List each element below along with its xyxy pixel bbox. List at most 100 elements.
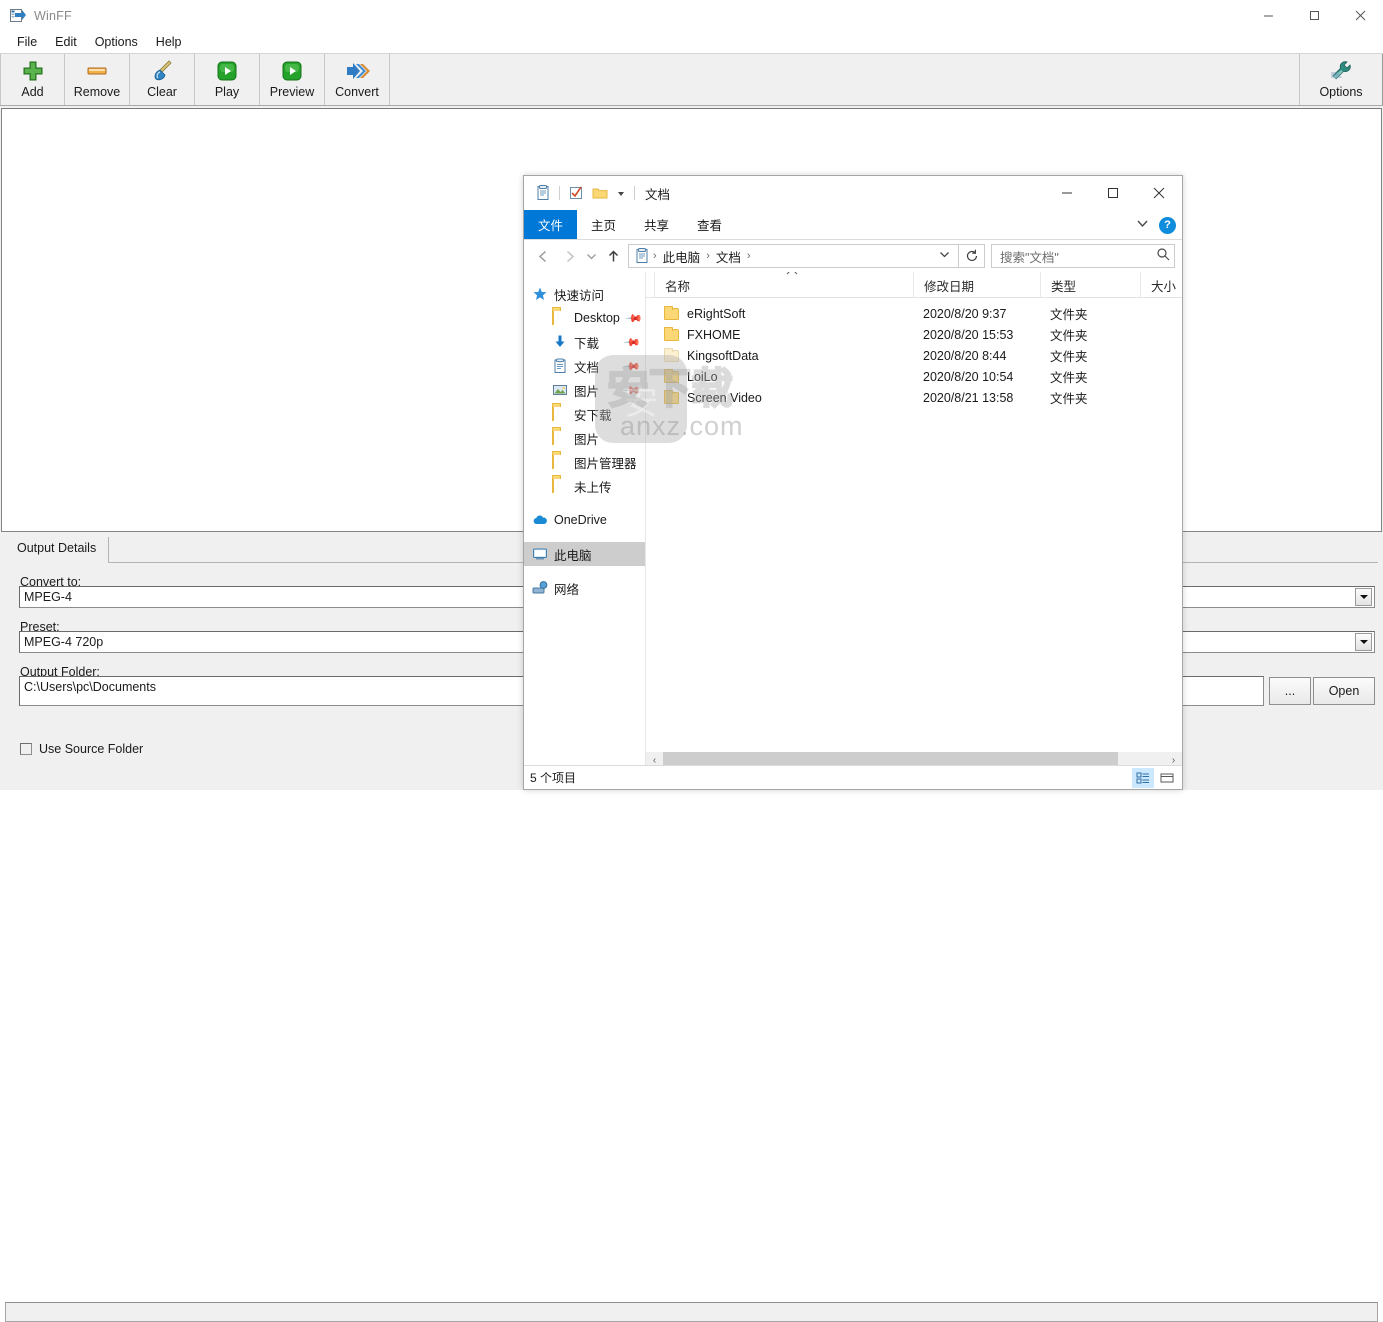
chevron-down-icon[interactable] bbox=[616, 185, 626, 201]
browse-button[interactable]: ... bbox=[1269, 677, 1311, 705]
breadcrumb-documents[interactable]: 文档 bbox=[713, 247, 744, 266]
preview-label: Preview bbox=[269, 85, 315, 99]
recent-locations-chevron-down-icon[interactable] bbox=[582, 243, 600, 269]
breadcrumb[interactable]: › 此电脑 › 文档 › bbox=[628, 244, 959, 268]
folder-icon bbox=[552, 477, 568, 494]
pictures-icon bbox=[552, 382, 568, 398]
navigation-pane: 快速访问 Desktop 📌 下载 📌 文档 📌 图片 📌 安下载 图片 图片管… bbox=[524, 272, 646, 769]
menu-options[interactable]: Options bbox=[86, 34, 147, 51]
forward-arrow-icon[interactable] bbox=[556, 243, 582, 269]
sidebar-item-desktop[interactable]: Desktop 📌 bbox=[524, 306, 645, 330]
remove-label: Remove bbox=[73, 85, 121, 99]
file-name: Screen Video bbox=[687, 390, 762, 405]
tiles-view-icon[interactable] bbox=[1156, 768, 1178, 788]
options-button[interactable]: Options bbox=[1299, 54, 1383, 105]
pin-icon[interactable]: 📌 bbox=[623, 381, 642, 400]
winff-caption-buttons bbox=[1245, 0, 1383, 31]
minus-bar-icon bbox=[84, 58, 110, 84]
pin-icon[interactable]: 📌 bbox=[625, 309, 644, 328]
play-button[interactable]: Play bbox=[195, 54, 260, 105]
maximize-icon[interactable] bbox=[1291, 0, 1337, 31]
minimize-icon[interactable] bbox=[1245, 0, 1291, 31]
menu-file[interactable]: File bbox=[8, 34, 46, 51]
computer-icon bbox=[532, 546, 548, 562]
menu-edit[interactable]: Edit bbox=[46, 34, 86, 51]
clear-button[interactable]: Clear bbox=[130, 54, 195, 105]
breadcrumb-chevron-down-icon[interactable] bbox=[933, 250, 956, 262]
table-row[interactable]: eRightSoft 2020/8/20 9:37 文件夹 bbox=[646, 303, 1182, 324]
breadcrumb-this-pc[interactable]: 此电脑 bbox=[660, 247, 704, 266]
tab-output-details[interactable]: Output Details bbox=[5, 537, 110, 563]
table-row[interactable]: LoiLo 2020/8/20 10:54 文件夹 bbox=[646, 366, 1182, 387]
chevron-down-icon[interactable] bbox=[1355, 633, 1372, 651]
ribbon-tab-home[interactable]: 主页 bbox=[577, 210, 630, 239]
ribbon-tab-share[interactable]: 共享 bbox=[630, 210, 683, 239]
row-name-cell: FXHOME bbox=[664, 326, 740, 342]
sidebar-item-not-uploaded[interactable]: 未上传 bbox=[524, 474, 645, 498]
help-icon[interactable]: ? bbox=[1159, 216, 1176, 234]
details-view-icon[interactable] bbox=[1132, 767, 1154, 788]
folder-icon[interactable] bbox=[592, 185, 608, 201]
explorer-address-bar: › 此电脑 › 文档 › 搜索"文档" bbox=[524, 240, 1182, 272]
sidebar-item-network[interactable]: 网络 bbox=[524, 576, 645, 600]
row-date-cell: 2020/8/20 15:53 bbox=[923, 327, 1014, 342]
checkbox-box[interactable] bbox=[20, 743, 32, 755]
sidebar-label: 图片管理器 bbox=[574, 456, 637, 471]
row-type-cell: 文件夹 bbox=[1050, 371, 1088, 385]
search-input[interactable]: 搜索"文档" bbox=[991, 244, 1175, 268]
sidebar-item-pictures[interactable]: 图片 📌 bbox=[524, 378, 645, 402]
sidebar-item-quick-access[interactable]: 快速访问 bbox=[524, 282, 645, 306]
pin-icon[interactable]: 📌 bbox=[623, 357, 642, 376]
refresh-icon[interactable] bbox=[959, 244, 985, 268]
chevron-down-icon[interactable] bbox=[1136, 219, 1149, 231]
column-header-name[interactable]: 名称 bbox=[654, 272, 921, 298]
sidebar-item-this-pc[interactable]: 此电脑 bbox=[524, 542, 645, 566]
sidebar-item-onedrive[interactable]: OneDrive bbox=[524, 508, 645, 532]
sidebar-item-documents[interactable]: 文档 📌 bbox=[524, 354, 645, 378]
column-header-date[interactable]: 修改日期 bbox=[913, 272, 1040, 298]
convert-arrows-icon bbox=[344, 58, 370, 84]
back-arrow-icon[interactable] bbox=[530, 243, 556, 269]
plus-icon bbox=[20, 58, 46, 84]
close-icon[interactable] bbox=[1136, 176, 1182, 210]
pin-icon[interactable]: 📌 bbox=[623, 333, 642, 352]
chevron-down-icon[interactable] bbox=[1355, 588, 1372, 606]
close-icon[interactable] bbox=[1337, 0, 1383, 31]
up-arrow-icon[interactable] bbox=[600, 243, 626, 269]
play-icon bbox=[279, 58, 305, 84]
maximize-icon[interactable] bbox=[1090, 176, 1136, 210]
minimize-icon[interactable] bbox=[1044, 176, 1090, 210]
add-button[interactable]: Add bbox=[0, 54, 65, 105]
row-name-cell: KingsoftData bbox=[664, 347, 759, 363]
search-placeholder: 搜索"文档" bbox=[1000, 250, 1059, 265]
column-header-type[interactable]: 类型 bbox=[1040, 272, 1140, 298]
winff-titlebar: WinFF bbox=[0, 0, 1383, 31]
table-row[interactable]: Screen Video 2020/8/21 13:58 文件夹 bbox=[646, 387, 1182, 408]
sidebar-item-pictures-folder[interactable]: 图片 bbox=[524, 426, 645, 450]
sidebar-item-picture-manager[interactable]: 图片管理器 bbox=[524, 450, 645, 474]
row-type-cell: 文件夹 bbox=[1050, 350, 1088, 364]
folder-icon bbox=[664, 305, 679, 320]
checklist-icon[interactable] bbox=[568, 185, 584, 201]
column-header-size[interactable]: 大小 bbox=[1140, 272, 1182, 298]
convert-button[interactable]: Convert bbox=[325, 54, 390, 105]
winff-app-icon bbox=[10, 8, 26, 24]
table-row[interactable]: KingsoftData 2020/8/20 8:44 文件夹 bbox=[646, 345, 1182, 366]
sidebar-item-downloads[interactable]: 下载 📌 bbox=[524, 330, 645, 354]
table-row[interactable]: FXHOME 2020/8/20 15:53 文件夹 bbox=[646, 324, 1182, 345]
cloud-icon bbox=[532, 512, 548, 528]
remove-button[interactable]: Remove bbox=[65, 54, 130, 105]
use-source-folder-checkbox[interactable]: Use Source Folder bbox=[20, 742, 143, 756]
ribbon-tab-view[interactable]: 查看 bbox=[683, 210, 736, 239]
download-icon bbox=[552, 334, 568, 350]
clear-label: Clear bbox=[147, 85, 177, 99]
preview-button[interactable]: Preview bbox=[260, 54, 325, 105]
file-list[interactable]: 名称 修改日期 类型 大小 eRightSoft 2020/8/20 9:37 … bbox=[646, 272, 1182, 769]
breadcrumb-separator: › bbox=[706, 250, 710, 262]
sidebar-item-anxiazai[interactable]: 安下载 bbox=[524, 402, 645, 426]
menu-help[interactable]: Help bbox=[147, 34, 191, 51]
documents-icon[interactable] bbox=[535, 185, 551, 201]
open-button[interactable]: Open bbox=[1313, 677, 1375, 705]
search-icon[interactable] bbox=[1156, 247, 1170, 266]
ribbon-tab-file[interactable]: 文件 bbox=[524, 210, 578, 239]
